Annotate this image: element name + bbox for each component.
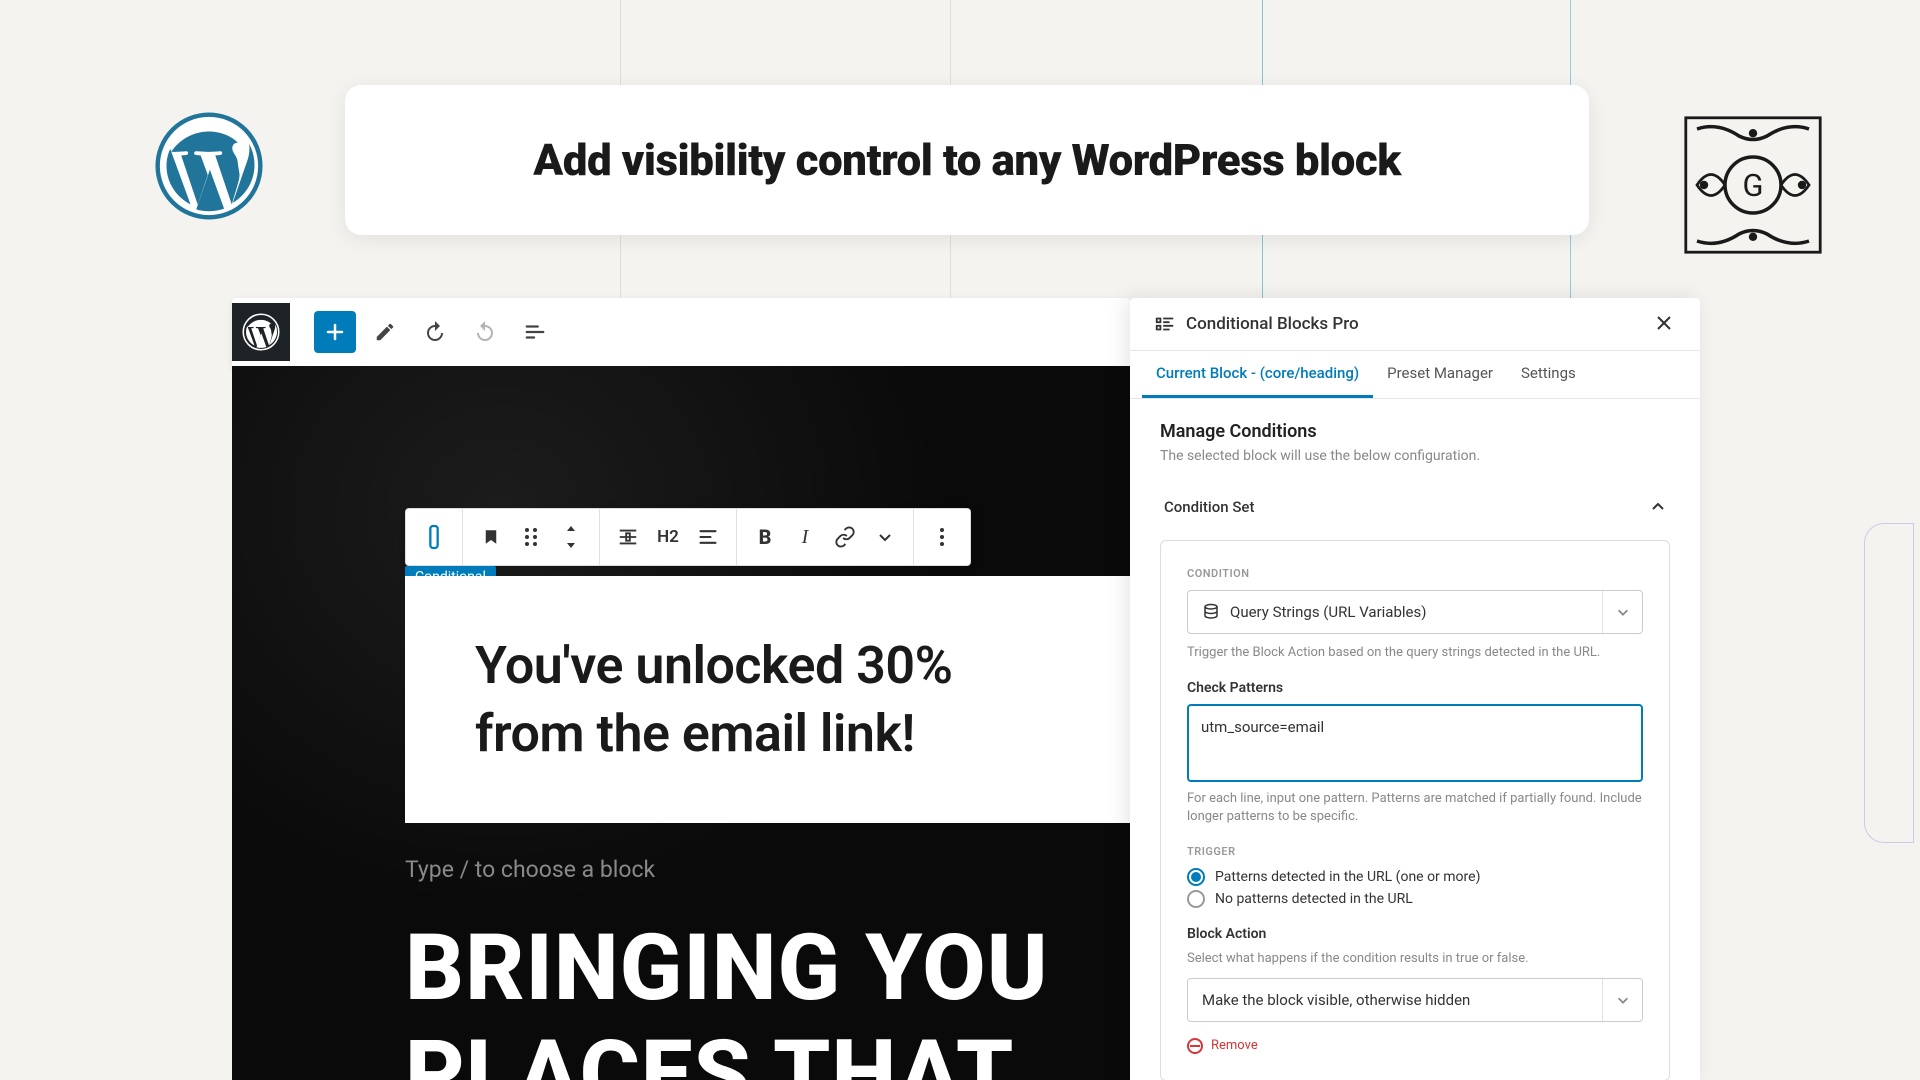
block-action-helper: Select what happens if the condition res… (1187, 950, 1643, 968)
italic-button[interactable]: I (785, 517, 825, 557)
block-action-value: Make the block visible, otherwise hidden (1202, 991, 1628, 1009)
remove-button[interactable]: Remove (1187, 1038, 1643, 1054)
condition-box: CONDITION Query Strings (URL Variables) … (1160, 540, 1670, 1080)
decorative-panel (1864, 523, 1914, 843)
link-icon[interactable] (825, 517, 865, 557)
radio-checked-icon (1187, 868, 1205, 886)
condition-helper: Trigger the Block Action based on the qu… (1187, 644, 1643, 662)
editor-canvas[interactable]: H2 B I Conditional You've unlocked 30% f… (232, 366, 1130, 1080)
radio-unchecked-icon (1187, 890, 1205, 908)
condition-value: Query Strings (URL Variables) (1230, 603, 1628, 621)
block-type-icon[interactable] (414, 517, 454, 557)
conditional-blocks-panel: Conditional Blocks Pro Current Block - (… (1130, 298, 1700, 1080)
chevron-down-icon (1602, 591, 1642, 633)
check-patterns-helper: For each line, input one pattern. Patter… (1187, 790, 1643, 826)
condition-select[interactable]: Query Strings (URL Variables) (1187, 590, 1643, 634)
chevron-down-icon (1602, 979, 1642, 1021)
gutenberg-logo: G (1680, 112, 1825, 257)
tab-current-block[interactable]: Current Block - (core/heading) (1142, 351, 1373, 398)
check-patterns-input[interactable]: utm_source=email (1187, 704, 1643, 782)
add-block-button[interactable] (314, 311, 356, 353)
trigger-option-2[interactable]: No patterns detected in the URL (1187, 890, 1643, 908)
align-icon[interactable] (608, 517, 648, 557)
wordpress-logo (155, 112, 263, 220)
panel-body: Manage Conditions The selected block wil… (1130, 399, 1700, 1080)
heading-level-button[interactable]: H2 (648, 517, 688, 557)
accordion-label: Condition Set (1164, 498, 1254, 516)
trigger-label: TRIGGER (1187, 845, 1643, 858)
trigger-option-1[interactable]: Patterns detected in the URL (one or mor… (1187, 868, 1643, 886)
banner: Add visibility control to any WordPress … (345, 85, 1589, 235)
hero-line-1: BRINGING YOU (405, 916, 1130, 1022)
list-view-icon[interactable] (514, 311, 556, 353)
svg-text:G: G (1742, 167, 1763, 204)
check-patterns-label: Check Patterns (1187, 680, 1643, 696)
chevron-down-icon[interactable] (865, 517, 905, 557)
section-title: Manage Conditions (1160, 421, 1670, 442)
panel-tabs: Current Block - (core/heading) Preset Ma… (1130, 351, 1700, 399)
minus-circle-icon (1187, 1038, 1203, 1054)
wp-site-icon[interactable] (232, 303, 290, 361)
more-options-icon[interactable] (922, 517, 962, 557)
panel-header: Conditional Blocks Pro (1130, 298, 1700, 351)
editor-toolbar (232, 298, 1130, 366)
condition-set-toggle[interactable]: Condition Set (1160, 484, 1670, 530)
tab-settings[interactable]: Settings (1507, 351, 1590, 398)
close-icon[interactable] (1654, 313, 1676, 335)
block-action-label: Block Action (1187, 926, 1643, 942)
text-align-icon[interactable] (688, 517, 728, 557)
redo-icon[interactable] (464, 311, 506, 353)
block-toolbar: H2 B I (405, 508, 971, 566)
hero-text: BRINGING YOU PLACES THAT CARS (405, 916, 1130, 1080)
block-action-select[interactable]: Make the block visible, otherwise hidden (1187, 978, 1643, 1022)
drag-handle-icon[interactable] (511, 517, 551, 557)
move-arrows-icon[interactable] (551, 517, 591, 557)
heading-block[interactable]: You've unlocked 30% from the email link! (405, 576, 1130, 823)
tab-preset-manager[interactable]: Preset Manager (1373, 351, 1507, 398)
banner-title: Add visibility control to any WordPress … (533, 134, 1401, 186)
undo-icon[interactable] (414, 311, 456, 353)
panel-icon (1154, 313, 1176, 335)
chevron-up-icon (1650, 499, 1666, 515)
panel-title: Conditional Blocks Pro (1186, 314, 1654, 334)
condition-label: CONDITION (1187, 567, 1643, 580)
database-icon (1202, 603, 1220, 621)
hero-line-2: PLACES THAT CARS (405, 1022, 1130, 1080)
section-subtitle: The selected block will use the below co… (1160, 448, 1670, 464)
bookmark-icon[interactable] (471, 517, 511, 557)
block-placeholder[interactable]: Type / to choose a block (405, 856, 655, 883)
heading-text: You've unlocked 30% from the email link! (475, 632, 1060, 767)
edit-icon[interactable] (364, 311, 406, 353)
bold-button[interactable]: B (745, 517, 785, 557)
